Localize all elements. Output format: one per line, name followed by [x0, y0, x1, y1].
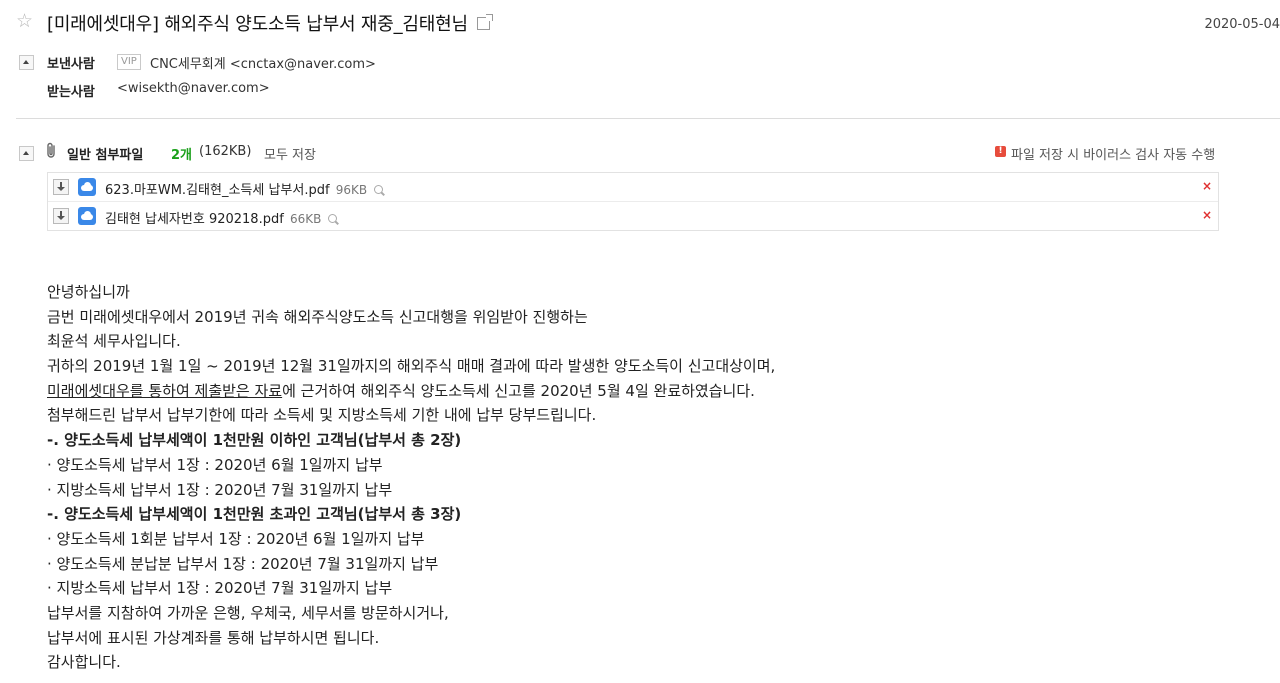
download-icon[interactable]: [53, 208, 69, 224]
attachment-count: 2개: [171, 148, 193, 163]
attachment-row: 김태현 납세자번호 920218.pdf 66KB ×: [48, 201, 1218, 230]
mail-date: 2020-05-04: [1204, 17, 1280, 32]
attachment-list: 623.마포WM.김태현_소득세 납부서.pdf 96KB × 김태현 납세자번…: [47, 172, 1219, 231]
attachment-file[interactable]: 김태현 납세자번호 920218.pdf 66KB: [105, 208, 338, 227]
to-label: 받는사람: [47, 85, 95, 100]
close-icon[interactable]: ×: [1202, 179, 1212, 193]
body-line: · 지방소득세 납부서 1장 : 2020년 7월 31일까지 납부: [47, 579, 393, 598]
file-name[interactable]: 김태현 납세자번호 920218.pdf: [105, 212, 284, 227]
body-line: 최윤석 세무사입니다.: [47, 332, 181, 351]
body-line: 안녕하십니까: [47, 283, 130, 301]
file-size: 66KB: [289, 212, 322, 226]
download-icon[interactable]: [53, 179, 69, 195]
receiver-address[interactable]: <wisekth@naver.com>: [117, 81, 270, 96]
body-heading: -. 양도소득세 납부세액이 1천만원 이하인 고객님(납부서 총 2장): [47, 431, 462, 450]
mail-body: 안녕하십니까 금번 미래에셋대우에서 2019년 귀속 해외주식양도소득 신고대…: [47, 280, 775, 675]
virus-scan-notice: 파일 저장 시 바이러스 검사 자동 수행: [1011, 148, 1216, 163]
save-all-link[interactable]: 모두 저장: [264, 144, 316, 163]
cloud-save-icon[interactable]: [78, 178, 96, 196]
mail-subject: [미래에셋대우] 해외주식 양도소득 납부서 재중_김태현님: [47, 10, 493, 36]
close-icon[interactable]: ×: [1202, 208, 1212, 222]
attachment-label: 일반 첨부파일: [67, 148, 144, 163]
body-line: 귀하의 2019년 1월 1일 ~ 2019년 12월 31일까지의 해외주식 …: [47, 357, 776, 376]
vip-badge: VIP: [117, 54, 141, 70]
attachment-file[interactable]: 623.마포WM.김태현_소득세 납부서.pdf 96KB: [105, 179, 384, 198]
body-line: 첨부해드린 납부서 납부기한에 따라 소득세 및 지방소득세 기한 내에 납부 …: [47, 406, 597, 425]
body-line: · 지방소득세 납부서 1장 : 2020년 7월 31일까지 납부: [47, 480, 393, 499]
body-line: · 양도소득세 납부서 1장 : 2020년 6월 1일까지 납부: [47, 455, 383, 474]
body-line: · 양도소득세 분납분 납부서 1장 : 2020년 7월 31일까지 납부: [47, 554, 439, 573]
from-label: 보낸사람: [47, 57, 95, 72]
search-icon[interactable]: [328, 214, 338, 223]
body-line: 금번 미래에셋대우에서 2019년 귀속 해외주식양도소득 신고대행을 위임받아…: [47, 307, 588, 326]
warning-icon: !: [995, 146, 1006, 157]
body-text: 에 근거하여 해외주식 양도소득세 신고를 2020년 5월 4일 완료하였습니…: [282, 381, 755, 400]
body-heading: -. 양도소득세 납부세액이 1천만원 초과인 고객님(납부서 총 3장): [47, 505, 462, 524]
star-icon[interactable]: ☆: [16, 11, 36, 31]
paperclip-icon: [47, 142, 55, 158]
attachment-row: 623.마포WM.김태현_소득세 납부서.pdf 96KB ×: [48, 173, 1218, 201]
sender-address[interactable]: CNC세무회계 <cnctax@naver.com>: [150, 53, 376, 72]
header-divider: [16, 118, 1280, 119]
popout-icon[interactable]: [476, 13, 493, 30]
body-line: 납부서를 지참하여 가까운 은행, 우체국, 세무서를 방문하시거나,: [47, 603, 449, 622]
search-icon[interactable]: [374, 185, 384, 194]
toggle-attachments-button[interactable]: [19, 146, 34, 161]
file-name[interactable]: 623.마포WM.김태현_소득세 납부서.pdf: [105, 183, 330, 198]
body-line: · 양도소득세 1회분 납부서 1장 : 2020년 6월 1일까지 납부: [47, 529, 425, 548]
underlined-text: 미래에셋대우를 통하여 제출받은 자료: [47, 381, 283, 400]
body-line: 감사합니다.: [47, 653, 121, 672]
attachment-total-size: (162KB): [199, 144, 252, 159]
body-line: 미래에셋대우를 통하여 제출받은 자료에 근거하여 해외주식 양도소득세 신고를…: [47, 379, 775, 404]
body-line: 납부서에 표시된 가상계좌를 통해 납부하시면 됩니다.: [47, 628, 380, 647]
subject-text: [미래에셋대우] 해외주식 양도소득 납부서 재중_김태현님: [47, 14, 468, 35]
cloud-save-icon[interactable]: [78, 207, 96, 225]
toggle-header-button[interactable]: [19, 55, 34, 70]
file-size: 96KB: [335, 183, 368, 197]
